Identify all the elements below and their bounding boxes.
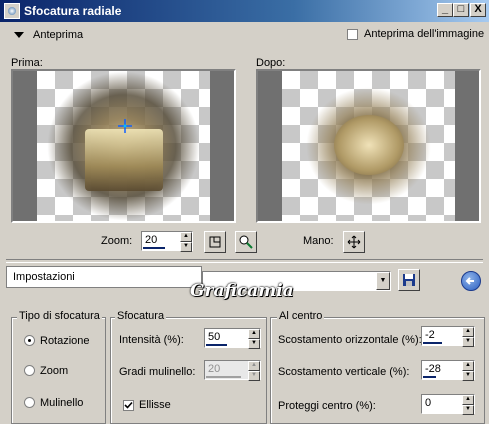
protect-spinner[interactable]: 0 ▲ ▼ — [421, 394, 475, 415]
twist-value: 20 — [208, 363, 221, 375]
crosshair-icon[interactable] — [118, 119, 132, 133]
ellipse-checkbox[interactable] — [123, 400, 134, 411]
spin-up-icon[interactable]: ▲ — [462, 361, 474, 371]
zoom-label: Zoom: — [101, 235, 133, 247]
reset-button[interactable] — [461, 271, 481, 291]
ellipse-label[interactable]: Ellisse — [139, 399, 171, 411]
save-disk-icon — [403, 274, 415, 286]
zoom-fit-button[interactable] — [204, 231, 226, 253]
v-offset-value[interactable]: -28 — [425, 363, 441, 375]
after-image — [282, 71, 455, 221]
before-image — [37, 71, 210, 221]
spin-down-icon[interactable]: ▼ — [462, 405, 474, 415]
spin-up-icon[interactable]: ▲ — [462, 327, 474, 337]
spin-down-icon[interactable]: ▼ — [248, 339, 260, 349]
preview-toggle[interactable]: Anteprima — [14, 28, 83, 42]
spin-down-icon[interactable]: ▼ — [462, 371, 474, 381]
spin-down-icon: ▼ — [248, 371, 260, 381]
after-label: Dopo: — [256, 57, 286, 69]
intensity-spinner[interactable]: 50 ▲ ▼ — [204, 328, 261, 349]
before-label: Prima: — [11, 57, 43, 69]
app-icon[interactable] — [4, 3, 20, 19]
checkmark-icon — [124, 401, 133, 409]
preview-toggle-label: Anteprima — [33, 29, 84, 41]
h-offset-label: Scostamento orizzontale (%): — [278, 334, 422, 346]
twist-bar — [206, 376, 241, 378]
intensity-label: Intensità (%): — [119, 334, 184, 346]
zoom-magnifier-button[interactable] — [235, 231, 257, 253]
blur-type-title: Tipo di sfocatura — [17, 310, 102, 322]
spin-up-icon: ▲ — [248, 361, 260, 371]
radio-twirl[interactable] — [24, 397, 35, 408]
zoom-value[interactable]: 20 — [145, 234, 157, 246]
window-title: Sfocatura radiale — [24, 4, 122, 18]
triangle-down-icon — [14, 32, 24, 39]
move-pan-icon — [347, 235, 361, 249]
chevron-down-icon[interactable]: ▼ — [376, 272, 390, 290]
radio-twirl-label[interactable]: Mulinello — [40, 397, 83, 409]
zoom-magnifier-icon — [239, 235, 253, 249]
after-preview — [256, 69, 481, 223]
h-offset-bar — [423, 342, 442, 344]
image-preview-label: Anteprima dell'immagine — [364, 28, 485, 40]
close-button[interactable]: X — [470, 3, 486, 17]
spin-down-icon[interactable]: ▼ — [180, 242, 192, 252]
save-preset-button[interactable] — [398, 269, 420, 291]
center-title: Al centro — [277, 310, 325, 322]
reset-arrow-icon — [465, 277, 474, 285]
zoom-bar — [143, 247, 165, 249]
settings-label: Impostazioni — [6, 266, 202, 288]
image-preview-checkbox[interactable] — [347, 29, 358, 40]
protect-label: Proteggi centro (%): — [278, 400, 376, 412]
pan-label: Mano: — [303, 235, 334, 247]
h-offset-value[interactable]: -2 — [425, 329, 435, 341]
spin-up-icon[interactable]: ▲ — [462, 395, 474, 405]
radio-rotation[interactable] — [24, 335, 35, 346]
zoom-fit-icon — [209, 236, 221, 248]
blur-title: Sfocatura — [115, 310, 167, 322]
v-offset-label: Scostamento verticale (%): — [278, 366, 410, 378]
spin-up-icon[interactable]: ▲ — [248, 329, 260, 339]
spin-down-icon[interactable]: ▼ — [462, 337, 474, 347]
minimize-button[interactable]: _ — [437, 3, 453, 17]
radio-zoom-label[interactable]: Zoom — [40, 365, 68, 377]
separator — [6, 259, 483, 263]
pan-button[interactable] — [343, 231, 365, 253]
twist-spinner: 20 ▲ ▼ — [204, 360, 261, 381]
twist-label: Gradi mulinello: — [119, 366, 196, 378]
v-offset-spinner[interactable]: -28 ▲ ▼ — [421, 360, 475, 381]
protect-value[interactable]: 0 — [425, 397, 431, 409]
h-offset-spinner[interactable]: -2 ▲ ▼ — [421, 326, 475, 347]
spin-up-icon[interactable]: ▲ — [180, 232, 192, 242]
radio-rotation-label[interactable]: Rotazione — [40, 335, 90, 347]
intensity-value[interactable]: 50 — [208, 331, 220, 343]
v-offset-bar — [423, 376, 436, 378]
zoom-spinner[interactable]: 20 ▲ ▼ — [141, 231, 193, 252]
maximize-button[interactable]: □ — [453, 3, 469, 17]
radio-zoom[interactable] — [24, 365, 35, 376]
watermark-logo: Graficamia — [190, 281, 294, 301]
before-preview[interactable] — [11, 69, 236, 223]
intensity-bar — [206, 344, 227, 346]
